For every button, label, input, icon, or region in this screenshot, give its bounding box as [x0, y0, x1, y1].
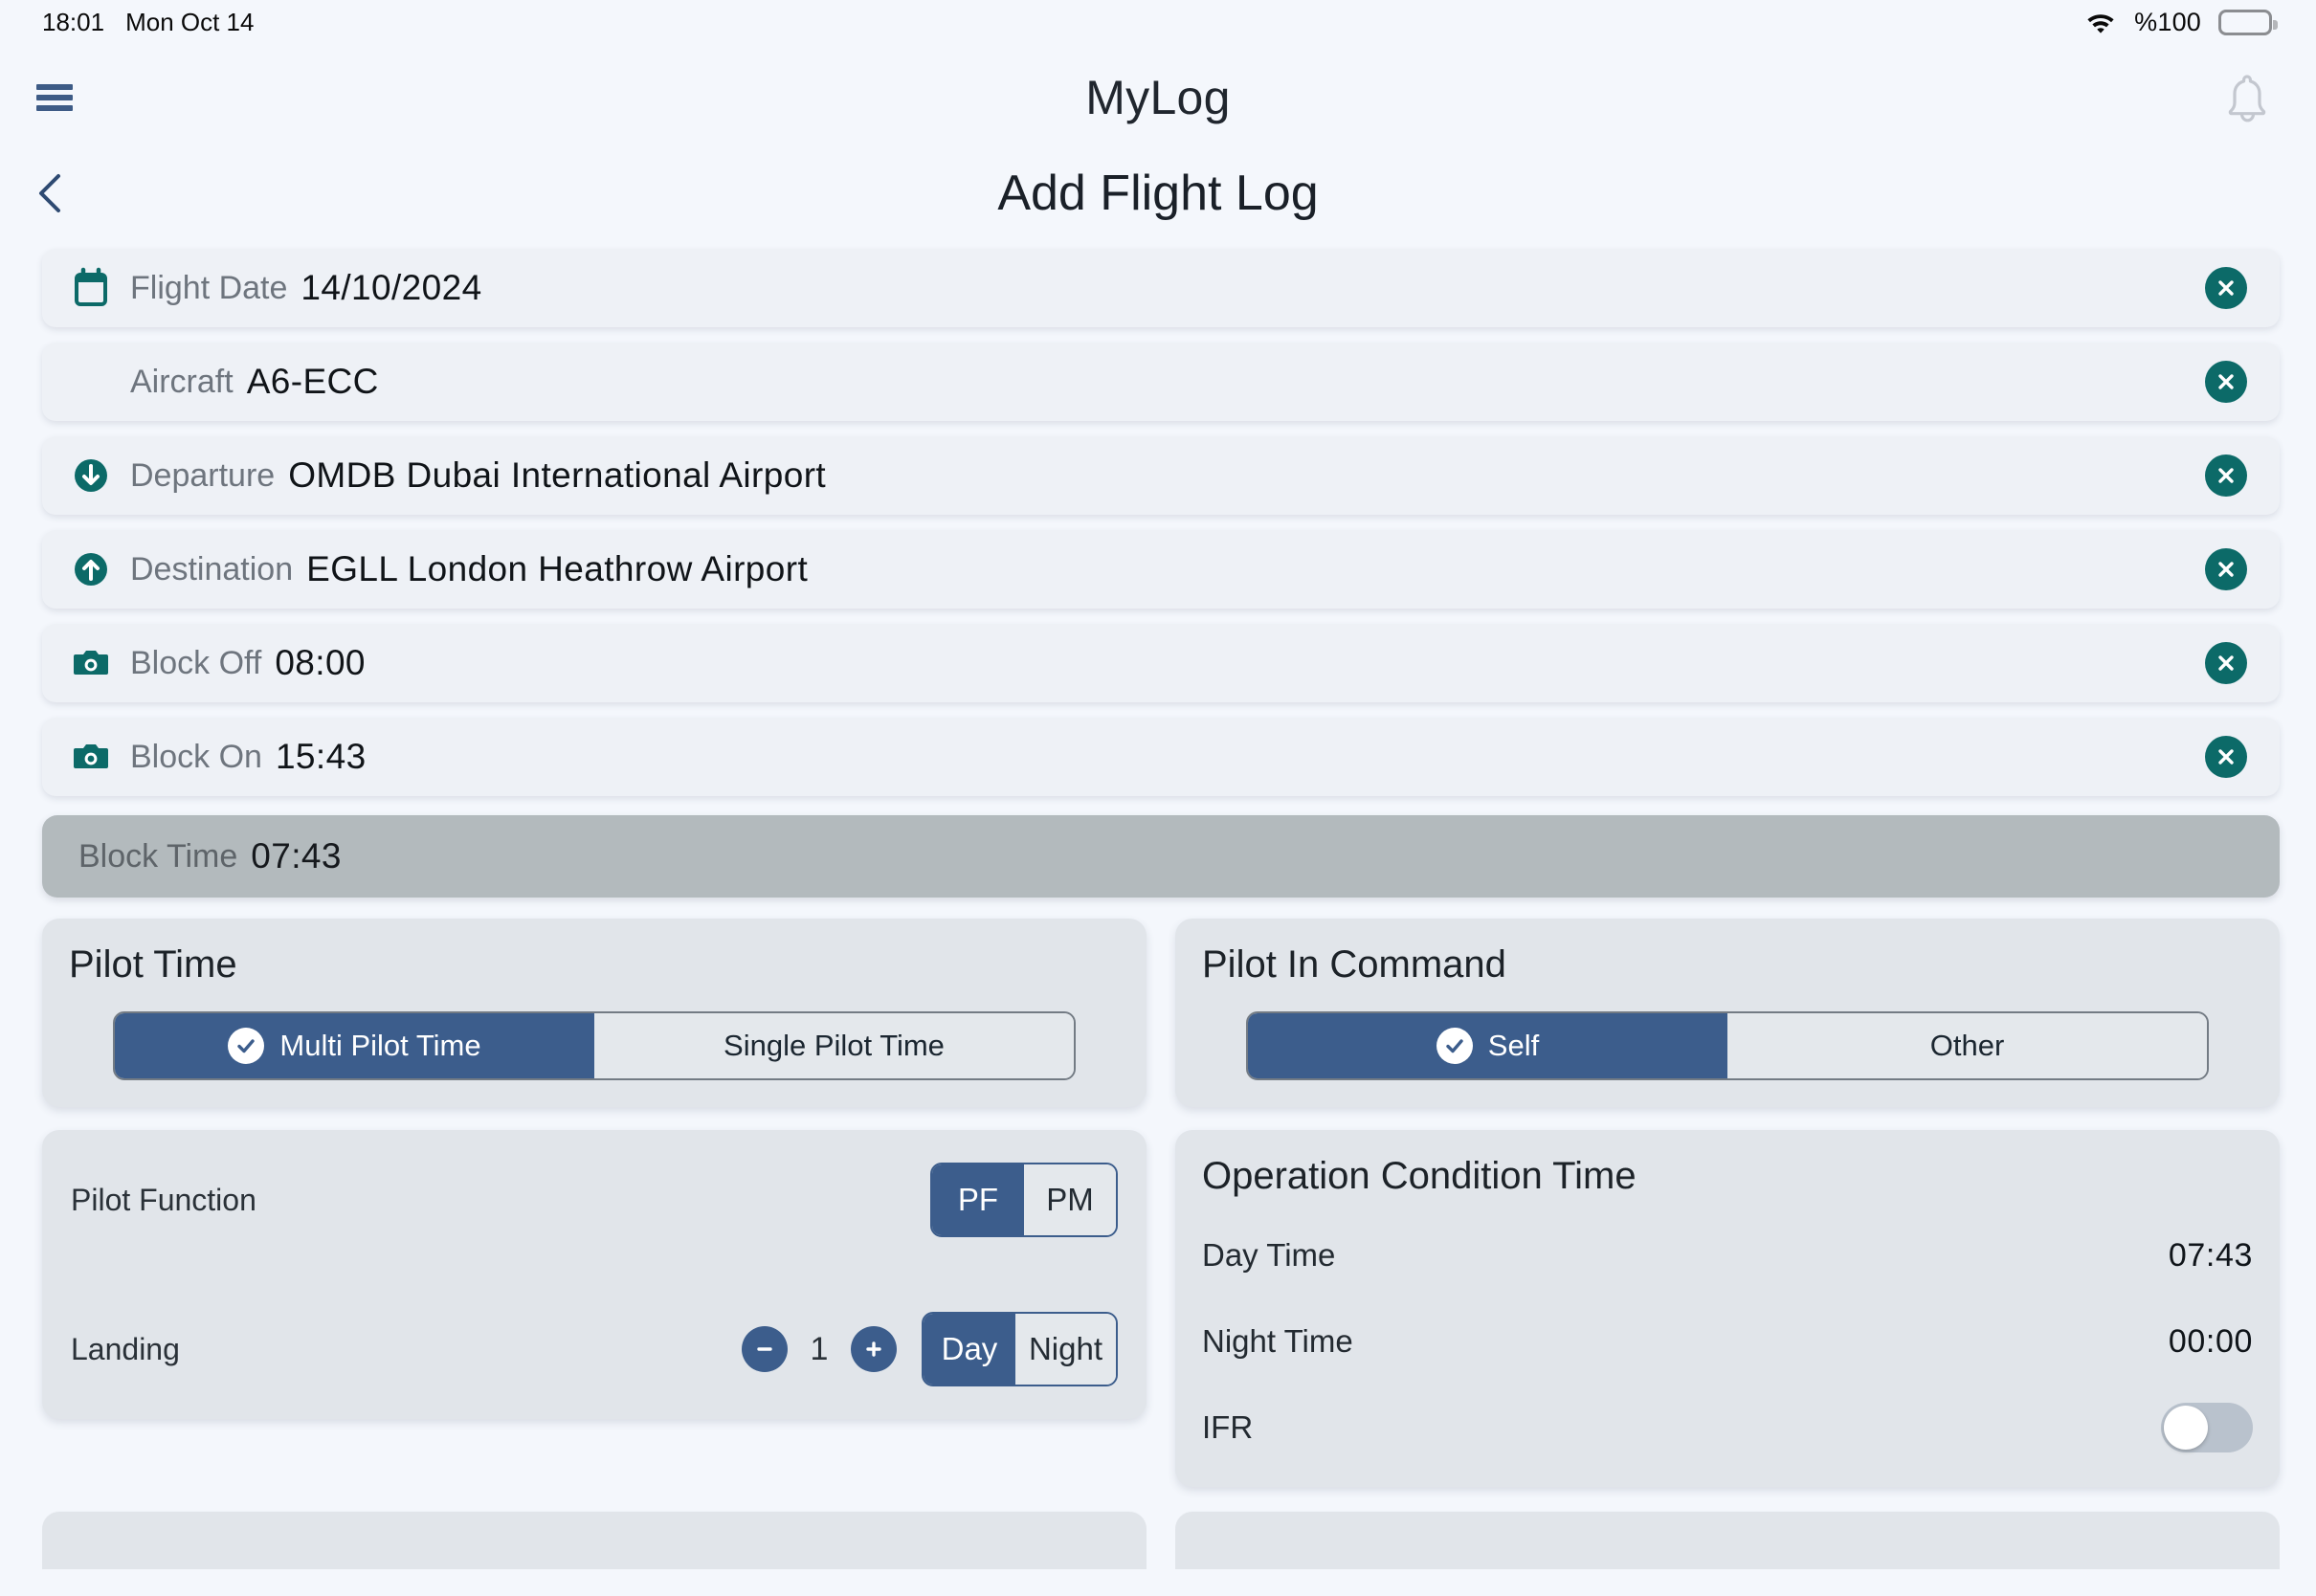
bottom-partial-panels	[0, 1512, 2316, 1569]
wifi-icon	[2084, 10, 2117, 34]
ifr-label: IFR	[1202, 1409, 1253, 1446]
field-value: 14/10/2024	[301, 268, 481, 308]
camera-icon	[69, 735, 113, 779]
segment-pm[interactable]: PM	[1024, 1164, 1116, 1235]
pilot-time-segmented-control: Multi Pilot Time Single Pilot Time	[113, 1011, 1076, 1080]
night-time-value: 00:00	[2169, 1323, 2253, 1361]
field-row-aircraft[interactable]: Aircraft A6-ECC	[42, 343, 2280, 421]
status-bar-right: %100	[2084, 8, 2272, 37]
field-value: A6-ECC	[247, 362, 379, 402]
segment-label: Other	[1930, 1029, 2005, 1063]
field-value: OMDB Dubai International Airport	[288, 455, 826, 496]
no-icon-spacer	[69, 360, 113, 404]
partial-panel-left[interactable]	[42, 1512, 1147, 1569]
plus-circle-icon[interactable]	[851, 1326, 897, 1372]
camera-icon	[69, 641, 113, 685]
bell-icon[interactable]	[2222, 71, 2272, 124]
battery-full-icon	[2218, 10, 2272, 35]
segment-day[interactable]: Day	[924, 1314, 1015, 1385]
status-time: 18:01	[42, 8, 104, 37]
segment-pf[interactable]: PF	[932, 1164, 1024, 1235]
minus-circle-icon[interactable]	[742, 1326, 788, 1372]
close-circle-icon[interactable]	[2205, 642, 2247, 684]
block-time-summary: Block Time 07:43	[42, 815, 2280, 898]
ifr-toggle[interactable]	[2161, 1403, 2253, 1452]
panel-operation-condition-time: Operation Condition Time Day Time 07:43 …	[1175, 1130, 2280, 1487]
segment-self[interactable]: Self	[1248, 1013, 1727, 1078]
day-time-value: 07:43	[2169, 1237, 2253, 1275]
pilot-in-command-segmented-control: Self Other	[1246, 1011, 2209, 1080]
field-value: EGLL London Heathrow Airport	[306, 549, 808, 589]
segment-label: Self	[1488, 1029, 1539, 1063]
check-icon	[228, 1028, 264, 1064]
pilot-function-controls: PF PM	[930, 1163, 1118, 1237]
status-date: Mon Oct 14	[125, 8, 254, 37]
field-row-block-on[interactable]: Block On 15:43	[42, 718, 2280, 796]
panel-title: Pilot In Command	[1202, 943, 2253, 986]
day-time-row: Day Time 07:43	[1202, 1223, 2253, 1288]
app-title: MyLog	[0, 70, 2316, 125]
arrow-up-circle-icon	[69, 547, 113, 591]
panel-pilot-time: Pilot Time Multi Pilot Time Single Pilot…	[42, 919, 1147, 1107]
segment-night[interactable]: Night	[1015, 1314, 1116, 1385]
app-bar: MyLog	[0, 44, 2316, 151]
close-circle-icon[interactable]	[2205, 361, 2247, 403]
field-label: Departure	[130, 457, 275, 495]
close-circle-icon[interactable]	[2205, 454, 2247, 497]
landing-row: Landing 1	[71, 1312, 1118, 1386]
field-row-block-off[interactable]: Block Off 08:00	[42, 624, 2280, 702]
partial-panel-right[interactable]	[1175, 1512, 2280, 1569]
landing-daynight-segmented-control: Day Night	[922, 1312, 1118, 1386]
calendar-icon	[69, 266, 113, 310]
field-row-flight-date[interactable]: Flight Date 14/10/2024	[42, 249, 2280, 327]
field-label: Destination	[130, 551, 293, 588]
field-label: Block Off	[130, 645, 261, 682]
pilot-function-label: Pilot Function	[71, 1183, 256, 1218]
panel-pilot-function-landing: Pilot Function PF PM Landing	[42, 1130, 1147, 1419]
status-bar-left: 18:01 Mon Oct 14	[42, 8, 254, 37]
panel-title: Pilot Time	[69, 943, 1120, 986]
check-icon	[1436, 1028, 1473, 1064]
landing-label: Landing	[71, 1332, 180, 1367]
page-header: Add Flight Log	[0, 151, 2316, 235]
panel-pilot-in-command: Pilot In Command Self Other	[1175, 919, 2280, 1107]
field-row-destination[interactable]: Destination EGLL London Heathrow Airport	[42, 530, 2280, 609]
panel-title: Operation Condition Time	[1202, 1155, 2253, 1198]
ifr-row: IFR	[1202, 1395, 2253, 1460]
arrow-down-circle-icon	[69, 454, 113, 498]
panels-container: Pilot Time Multi Pilot Time Single Pilot…	[0, 919, 2316, 1487]
landing-controls: 1 Day Night	[742, 1312, 1118, 1386]
close-circle-icon[interactable]	[2205, 267, 2247, 309]
night-time-label: Night Time	[1202, 1323, 1353, 1360]
segment-label: Multi Pilot Time	[279, 1029, 480, 1063]
right-column: Pilot In Command Self Other Operation Co…	[1175, 919, 2280, 1487]
landing-stepper: 1	[742, 1326, 897, 1372]
field-label: Block On	[130, 739, 262, 776]
segment-multi-pilot-time[interactable]: Multi Pilot Time	[115, 1013, 594, 1078]
field-label: Flight Date	[130, 270, 287, 307]
night-time-row: Night Time 00:00	[1202, 1309, 2253, 1374]
segment-label: Single Pilot Time	[724, 1029, 945, 1063]
close-circle-icon[interactable]	[2205, 736, 2247, 778]
status-bar: 18:01 Mon Oct 14 %100	[0, 0, 2316, 44]
flight-log-form: Flight Date 14/10/2024 Aircraft A6-ECC	[0, 249, 2316, 796]
segment-other[interactable]: Other	[1727, 1013, 2207, 1078]
page-title: Add Flight Log	[0, 165, 2316, 222]
field-value: 15:43	[276, 737, 367, 777]
segment-single-pilot-time[interactable]: Single Pilot Time	[594, 1013, 1074, 1078]
close-circle-icon[interactable]	[2205, 548, 2247, 590]
day-time-label: Day Time	[1202, 1237, 1335, 1274]
left-column: Pilot Time Multi Pilot Time Single Pilot…	[42, 919, 1147, 1487]
landing-count: 1	[788, 1331, 851, 1368]
pilot-function-segmented-control: PF PM	[930, 1163, 1118, 1237]
pilot-function-row: Pilot Function PF PM	[71, 1163, 1118, 1237]
field-label: Aircraft	[130, 364, 234, 401]
field-row-departure[interactable]: Departure OMDB Dubai International Airpo…	[42, 436, 2280, 515]
block-time-value: 07:43	[251, 836, 342, 876]
field-value: 08:00	[275, 643, 366, 683]
block-time-label: Block Time	[78, 838, 237, 876]
battery-percent-label: %100	[2134, 8, 2201, 37]
